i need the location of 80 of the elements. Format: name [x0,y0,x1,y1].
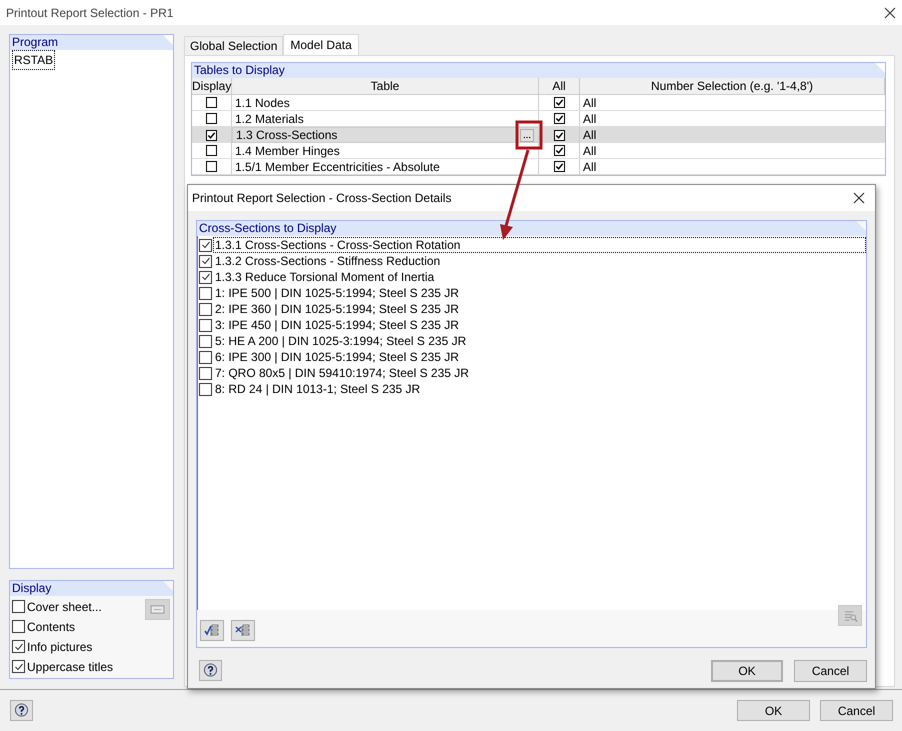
checkbox[interactable] [12,600,25,613]
checkbox[interactable] [206,145,217,156]
table-cell: 1.2 Materials [235,112,304,126]
checkbox[interactable] [199,286,212,300]
cancel-button[interactable]: Cancel [820,700,893,721]
search-icon [842,608,858,622]
column-header: Number Selection (e.g. '1-4,8') [580,78,885,94]
checkbox[interactable] [554,145,564,156]
option-label[interactable]: Cover sheet... [27,598,102,616]
table-cell: All [583,128,596,142]
tab[interactable]: Model Data [283,34,359,55]
checkbox[interactable] [206,97,217,108]
ok-button[interactable]: OK [737,700,810,721]
table-cell: All [583,160,596,174]
column-header: Table [232,78,539,94]
group-title: Program [10,35,173,50]
table-cell: All [583,96,596,110]
uncheck-all-button[interactable] [231,620,255,641]
checkbox[interactable] [199,270,212,284]
list-item[interactable]: 2: IPE 360 | DIN 1025-5:1994; Steel S 235 JR [213,301,461,317]
list-item[interactable]: 6: IPE 300 | DIN 1025-5:1994; Steel S 235 JR [213,349,461,365]
table-cell: All [583,144,596,158]
table-cell: All [583,112,596,126]
checkbox[interactable] [554,113,564,124]
checkbox[interactable] [554,130,564,140]
help-icon [203,663,218,678]
checkbox[interactable] [554,161,564,172]
list-item[interactable]: 1.3.3 Reduce Torsional Moment of Inertia [213,269,436,285]
checkbox[interactable] [199,350,212,364]
checkbox[interactable] [12,640,25,653]
help-button[interactable] [199,660,222,681]
list-item[interactable]: 7: QRO 80x5 | DIN 59410:1974; Steel S 235 JR [213,365,471,381]
tab[interactable]: Global Selection [184,36,284,55]
checkbox[interactable] [199,382,212,396]
checkbox[interactable] [199,238,212,252]
checkbox[interactable] [12,620,25,633]
cancel-button[interactable]: Cancel [794,660,867,682]
list-item[interactable]: 1.3.2 Cross-Sections - Stiffness Reduction [213,253,442,269]
program-item[interactable]: RSTAB [12,50,56,70]
list-item[interactable]: 8: RD 24 | DIN 1013-1; Steel S 235 JR [213,381,422,397]
checkbox[interactable] [206,113,217,124]
window-title: Printout Report Selection - PR1 [6,4,174,22]
option-label[interactable]: Contents [27,618,76,636]
list-item[interactable]: 1.3.1 Cross-Sections - Cross-Section Rotation [213,237,866,253]
checkbox[interactable] [199,302,212,316]
check-all-button[interactable] [200,620,224,641]
table-cell: 1.5/1 Member Eccentricities - Absolute [235,160,440,174]
group-title: Cross-Sections to Display [197,221,866,236]
ellipsis-button[interactable] [520,128,534,142]
group-title: Display [10,581,173,596]
table-cell: 1.1 Nodes [235,96,290,110]
ellipsis-icon [523,136,531,138]
checkbox[interactable] [199,254,212,268]
option-label[interactable]: Info pictures [27,638,92,656]
option-label[interactable]: Uppercase titles [27,658,114,676]
close-icon[interactable] [884,6,896,18]
list-item[interactable]: 3: IPE 450 | DIN 1025-5:1994; Steel S 235 JR [213,317,461,333]
checkbox[interactable] [554,97,564,108]
uncheck-list-icon [235,623,251,638]
table-cell: 1.4 Member Hinges [235,144,340,158]
column-header: All [539,78,580,94]
checkbox[interactable] [206,161,217,172]
cover-sheet-icon [150,604,165,615]
group-title: Tables to Display [192,63,885,78]
dialog-title: Printout Report Selection - Cross-Section Details [192,190,452,207]
checkbox[interactable] [12,660,25,673]
highlight-frame [516,120,542,150]
close-icon[interactable] [853,192,865,204]
help-icon [14,703,29,718]
checkbox[interactable] [199,366,212,380]
check-list-icon [204,623,220,638]
list-item[interactable]: 5: HE A 200 | DIN 1025-3:1994; Steel S 235 JR [213,333,468,349]
help-button[interactable] [10,700,33,721]
ok-button[interactable]: OK [711,660,783,682]
checkbox[interactable] [199,334,212,348]
table-cell: 1.3 Cross-Sections [236,128,338,142]
checkbox[interactable] [206,130,217,140]
list-item[interactable]: 1: IPE 500 | DIN 1025-5:1994; Steel S 235 JR [213,285,461,301]
column-header: Display [192,78,232,94]
checkbox[interactable] [199,318,212,332]
